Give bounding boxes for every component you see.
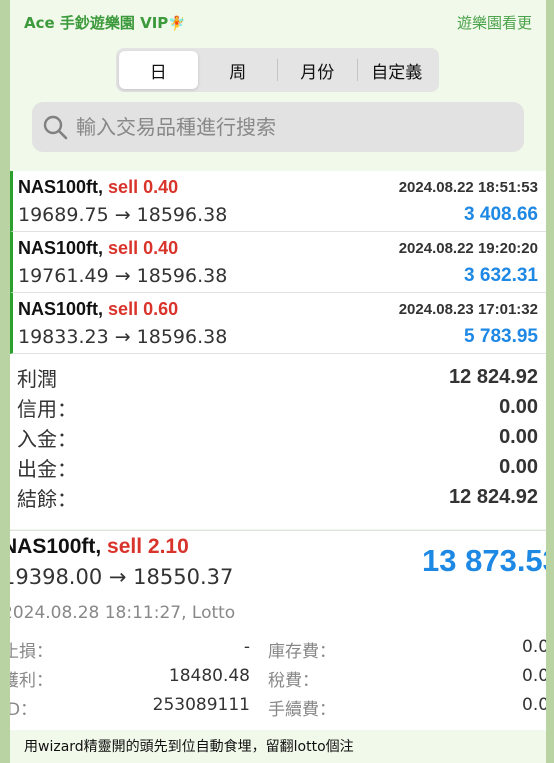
symbol-text: NAS100ft, (18, 177, 104, 197)
detail-profit: 13 873.53 (422, 543, 546, 578)
detail-grid: 止損： - 庫存費： 0.00 獲利： 18480.48 稅費： 0.00 ID… (10, 635, 546, 722)
symbol-text: NAS100ft, (10, 535, 102, 558)
detail-value: 0.00 (522, 637, 546, 657)
summary-label: 入金： (17, 426, 77, 451)
detail-time: 2024.08.28 18:11:27, Lotto (10, 603, 236, 623)
order-prices: 19833.23 → 18596.38 (18, 326, 228, 348)
order-row[interactable]: NAS100ft, sell 0.40 2024.08.22 18:51:53 … (10, 171, 546, 232)
summary-section: 利潤 12 824.92 信用： 0.00 入金： 0.00 出金： 0.00 結餘： 1… (10, 354, 546, 512)
order-time: 2024.08.23 17:01:32 (398, 301, 538, 318)
message-caption: 用wizard精靈開的頭先到位自動食埋，留翻lotto個注 (10, 730, 546, 763)
detail-prices: 19398.00 → 18550.37 (10, 565, 234, 589)
detail-value: 18480.48 (168, 666, 250, 686)
summary-withdrawal: 出金： 0.00 (17, 452, 538, 482)
detail-label: 手續費： (268, 700, 336, 720)
detail-value: 0.00 (522, 695, 546, 715)
tab-day[interactable]: 日 (119, 51, 198, 89)
detail-label: 稅費： (268, 671, 319, 691)
detail-row-stop-loss: 止損： - 庫存費： 0.00 (10, 635, 546, 664)
order-time: 2024.08.22 18:51:53 (398, 179, 538, 196)
channel-title: Ace 手鈔遊樂園 VIP🧚 (24, 12, 186, 33)
summary-credit: 信用： 0.00 (17, 392, 538, 422)
channel-title-text: Ace 手鈔遊樂園 VIP (24, 13, 169, 32)
position-detail-card[interactable]: NAS100ft, sell 2.10 13 873.53 19398.00 →… (10, 530, 546, 731)
side-text: sell 2.10 (107, 535, 189, 558)
order-row[interactable]: NAS100ft, sell 0.60 2024.08.23 17:01:32 … (10, 293, 546, 354)
summary-value: 0.00 (499, 425, 538, 448)
app-frame: Ace 手鈔遊樂園 VIP🧚 遊樂園看更 日 周 月份 自定義 NAS100ft… (10, 0, 546, 763)
summary-label: 出金： (17, 456, 77, 481)
detail-value: 253089111 (152, 695, 250, 715)
side-text: sell 0.60 (108, 299, 179, 319)
side-text: sell 0.40 (108, 177, 179, 197)
fairy-icon: 🧚 (168, 15, 186, 32)
order-prices: 19761.49 → 18596.38 (18, 265, 228, 287)
search-input[interactable] (74, 114, 498, 140)
header: Ace 手鈔遊樂園 VIP🧚 遊樂園看更 (10, 0, 546, 44)
summary-label: 結餘： (17, 486, 77, 511)
order-symbol: NAS100ft, sell 0.60 (18, 299, 178, 320)
symbol-text: NAS100ft, (18, 299, 104, 319)
history-panel: NAS100ft, sell 0.40 2024.08.22 18:51:53 … (10, 171, 546, 529)
detail-label: ID： (10, 700, 38, 720)
detail-value: - (243, 637, 250, 657)
summary-value: 12 824.92 (449, 485, 538, 508)
symbol-text: NAS100ft, (18, 238, 104, 258)
detail-label: 獲利： (10, 671, 53, 691)
detail-value: 0.00 (522, 666, 546, 686)
search-bar[interactable] (32, 102, 524, 152)
summary-value: 12 824.92 (449, 365, 538, 388)
order-profit: 3 408.66 (464, 204, 538, 225)
tab-month[interactable]: 月份 (278, 51, 357, 89)
view-more-link[interactable]: 遊樂園看更 (457, 12, 532, 33)
summary-balance: 結餘： 12 824.92 (17, 482, 538, 512)
order-profit: 3 632.31 (464, 265, 538, 286)
tab-custom[interactable]: 自定義 (358, 51, 437, 89)
order-row[interactable]: NAS100ft, sell 0.40 2024.08.22 19:20:20 … (10, 232, 546, 293)
search-icon (43, 115, 68, 140)
order-symbol: NAS100ft, sell 0.40 (18, 177, 178, 198)
detail-row-take-profit: 獲利： 18480.48 稅費： 0.00 (10, 664, 546, 693)
period-segmented-control: 日 周 月份 自定義 (116, 48, 439, 92)
order-symbol: NAS100ft, sell 0.40 (18, 238, 178, 259)
order-time: 2024.08.22 19:20:20 (398, 240, 538, 257)
detail-row-id: ID： 253089111 手續費： 0.00 (10, 693, 546, 722)
summary-value: 0.00 (499, 395, 538, 418)
order-profit: 5 783.95 (464, 326, 538, 347)
detail-label: 止損： (10, 642, 53, 662)
side-text: sell 0.40 (108, 238, 179, 258)
order-prices: 19689.75 → 18596.38 (18, 204, 228, 226)
detail-symbol: NAS100ft, sell 2.10 (10, 535, 189, 559)
summary-profit: 利潤 12 824.92 (17, 362, 538, 392)
summary-label: 利潤 (17, 366, 57, 391)
summary-label: 信用： (17, 396, 77, 421)
summary-value: 0.00 (499, 455, 538, 478)
detail-label: 庫存費： (268, 642, 336, 662)
summary-deposit: 入金： 0.00 (17, 422, 538, 452)
tab-week[interactable]: 周 (199, 51, 278, 89)
